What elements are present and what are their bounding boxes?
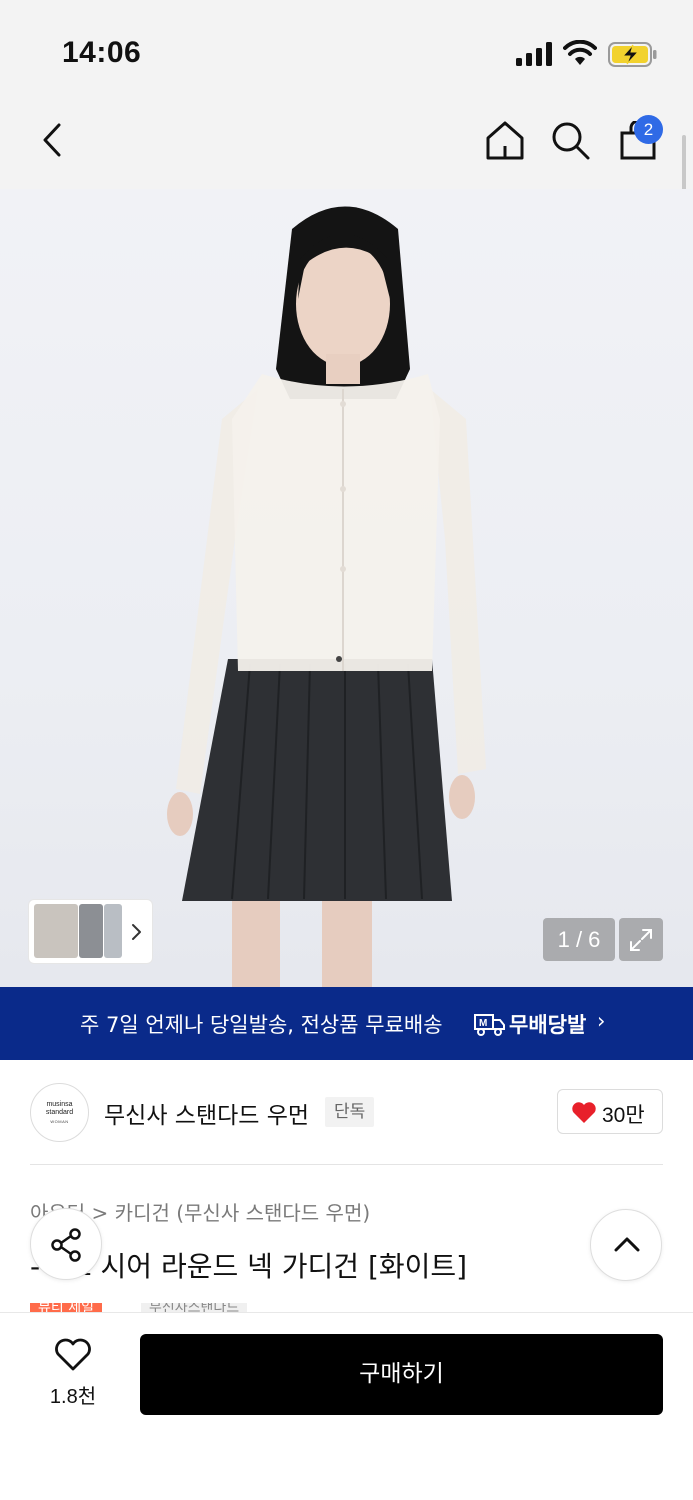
wifi-icon [563, 40, 597, 65]
exclusive-badge: 단독 [325, 1097, 375, 1127]
battery-charging-icon [608, 42, 657, 67]
brand-logo-text: musinsa [46, 1101, 73, 1108]
share-button[interactable] [30, 1208, 102, 1280]
heart-filled-icon [572, 1102, 596, 1123]
scroll-top-button[interactable] [590, 1209, 662, 1281]
chevron-right-icon[interactable] [130, 922, 144, 942]
model-photo [167, 206, 486, 987]
share-icon [51, 1228, 81, 1262]
thumbnail-image[interactable] [104, 904, 122, 958]
status-bar: 14:06 [0, 0, 693, 100]
free-shipping-banner[interactable]: 주 7일 언제나 당일발송, 전상품 무료배송 [0, 987, 693, 1060]
product-image[interactable] [0, 189, 693, 987]
wish-count: 1.8천 [49, 1386, 97, 1408]
image-counter: 1 / 6 [543, 918, 615, 961]
brand-like-button[interactable]: 30만 [557, 1089, 663, 1134]
expand-icon [630, 929, 652, 951]
buy-button[interactable]: 구매하기 [140, 1334, 663, 1415]
brand-name[interactable]: 무신사 스탠다드 우먼 [104, 1096, 309, 1130]
cellular-signal-icon [516, 42, 554, 66]
svg-text:M: M [479, 1018, 487, 1029]
home-icon[interactable] [485, 120, 525, 160]
expand-button[interactable] [619, 918, 663, 961]
promo-chevron-icon[interactable]: › [597, 1009, 605, 1033]
chevron-up-icon [614, 1237, 640, 1252]
search-icon[interactable] [551, 121, 591, 161]
delivery-truck-icon: M [474, 1014, 505, 1036]
divider [30, 1164, 663, 1165]
cart-count-badge: 2 [634, 115, 663, 144]
heart-outline-icon[interactable] [54, 1338, 92, 1372]
brand-like-count: 30만 [602, 1104, 645, 1127]
thumbnail-image[interactable] [34, 904, 78, 958]
status-time: 14:06 [62, 36, 142, 69]
promo-logo-text: 무배당발 [509, 1013, 587, 1037]
thumbnail-image[interactable] [79, 904, 103, 958]
brand-logo-text: standard [45, 1109, 74, 1116]
brand-logo[interactable]: musinsa standard WOMAN [30, 1083, 89, 1142]
promo-text: 주 7일 언제나 당일발송, 전상품 무료배송 [80, 1013, 443, 1037]
brand-logo-text: WOMAN [50, 1119, 69, 1124]
back-chevron-icon[interactable] [40, 122, 64, 158]
